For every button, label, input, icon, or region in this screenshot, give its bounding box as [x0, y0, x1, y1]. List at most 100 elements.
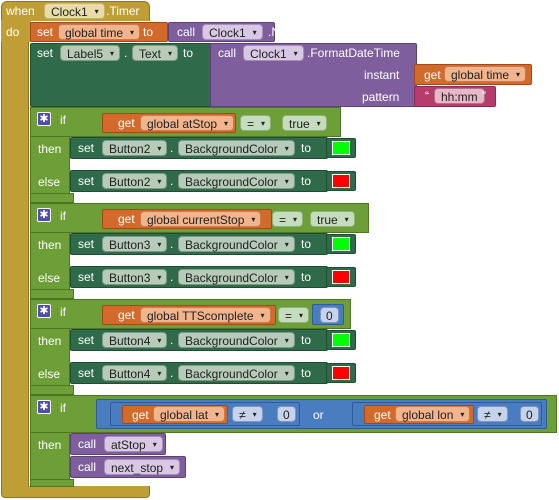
- button4-dropdown[interactable]: Button4 ▾: [102, 332, 168, 348]
- if-label: if: [60, 305, 66, 319]
- if-block-3-footer: [30, 385, 74, 395]
- then-label: then: [38, 142, 62, 156]
- green-color-swatch[interactable]: [332, 333, 350, 347]
- lon-number-field[interactable]: 0: [520, 406, 539, 422]
- if-block-2-footer: [30, 289, 74, 299]
- button2-dropdown[interactable]: Button2 ▾: [102, 173, 168, 189]
- dot-label: .: [170, 237, 174, 251]
- if-label: if: [60, 209, 66, 223]
- instant-label: instant: [364, 68, 400, 82]
- get-label: get: [374, 408, 391, 422]
- format-date-time-method: .FormatDateTime: [307, 46, 400, 60]
- gear-icon[interactable]: ✱: [37, 112, 51, 126]
- clock1-format-dropdown[interactable]: Clock1 ▾: [243, 45, 304, 61]
- background-color-dropdown[interactable]: BackgroundColor ▾: [178, 269, 295, 285]
- green-color-swatch[interactable]: [332, 237, 350, 251]
- or-op-dropdown[interactable]: [306, 406, 338, 422]
- else-label: else: [38, 271, 61, 285]
- to-label: to: [301, 174, 312, 188]
- to-label: to: [301, 237, 312, 251]
- gear-icon[interactable]: ✱: [37, 400, 51, 414]
- button3-dropdown[interactable]: Button3 ▾: [102, 236, 168, 252]
- get-label: get: [424, 68, 441, 82]
- event-block-spine: [1, 20, 29, 490]
- number-value-field[interactable]: 0: [320, 307, 339, 323]
- label5-dropdown[interactable]: Label5 ▾: [60, 45, 121, 61]
- red-color-swatch[interactable]: [332, 270, 350, 284]
- if-label: if: [60, 113, 66, 127]
- set-label: set: [78, 366, 95, 380]
- if-block-1-footer: [30, 193, 74, 203]
- gear-icon[interactable]: ✱: [37, 304, 51, 318]
- clock1-event-dropdown[interactable]: Clock1 ▾: [44, 3, 105, 19]
- to-label: to: [301, 270, 312, 284]
- now-method-label: .Now: [268, 25, 296, 39]
- event-block-bottom: [1, 486, 150, 498]
- true-value-dropdown[interactable]: true ▾: [282, 115, 327, 131]
- then-label: then: [38, 334, 62, 348]
- button4-dropdown[interactable]: Button4 ▾: [102, 365, 168, 381]
- equals-op-dropdown[interactable]: = ▾: [272, 211, 304, 227]
- equals-op-dropdown[interactable]: = ▾: [278, 307, 310, 323]
- then-label: then: [38, 238, 62, 252]
- do-label: do: [6, 25, 20, 39]
- to-label: to: [301, 333, 312, 347]
- to-label: to: [183, 46, 194, 60]
- clock1-now-dropdown[interactable]: Clock1 ▾: [202, 24, 263, 40]
- background-color-dropdown[interactable]: BackgroundColor ▾: [178, 365, 295, 381]
- quote-open: “: [425, 89, 429, 103]
- call-label: call: [78, 460, 97, 474]
- gear-icon[interactable]: ✱: [37, 208, 51, 222]
- set-label: set: [78, 333, 95, 347]
- global-time-dropdown[interactable]: global time ▾: [58, 24, 141, 40]
- atstop-var-dropdown[interactable]: global atStop ▾: [140, 115, 235, 131]
- red-color-swatch[interactable]: [332, 174, 350, 188]
- else-label: else: [38, 175, 61, 189]
- background-color-dropdown[interactable]: BackgroundColor ▾: [178, 236, 295, 252]
- set-label: set: [78, 237, 95, 251]
- if-label: if: [60, 401, 66, 415]
- dot-label: .: [170, 270, 174, 284]
- to-label: to: [301, 141, 312, 155]
- red-color-swatch[interactable]: [332, 366, 350, 380]
- ttscomplete-var-dropdown[interactable]: global TTScomplete ▾: [140, 307, 271, 323]
- true-value-dropdown[interactable]: true ▾: [310, 211, 355, 227]
- get-label: get: [118, 212, 135, 226]
- set-label: set: [78, 174, 95, 188]
- set-label: set: [78, 141, 95, 155]
- lon-var-dropdown[interactable]: global lon ▾: [395, 406, 471, 422]
- not-equal-op-dropdown[interactable]: ≠ ▾: [477, 406, 508, 422]
- set-label: set: [37, 25, 54, 39]
- button3-dropdown[interactable]: Button3 ▾: [102, 269, 168, 285]
- get-label: get: [118, 308, 135, 322]
- pattern-label: pattern: [362, 90, 400, 104]
- background-color-dropdown[interactable]: BackgroundColor ▾: [178, 332, 295, 348]
- equals-op-dropdown[interactable]: = ▾: [240, 115, 272, 131]
- atstop-proc-dropdown[interactable]: atStop ▾: [104, 436, 163, 452]
- set-label: set: [78, 270, 95, 284]
- currentstop-var-dropdown[interactable]: global currentStop ▾: [140, 211, 262, 227]
- get-label: get: [118, 116, 135, 130]
- background-color-dropdown[interactable]: BackgroundColor ▾: [178, 173, 295, 189]
- get-label: get: [132, 408, 149, 422]
- background-color-dropdown[interactable]: BackgroundColor ▾: [178, 140, 295, 156]
- not-equal-op-dropdown[interactable]: ≠ ▾: [232, 406, 263, 422]
- lat-var-dropdown[interactable]: global lat ▾: [153, 406, 226, 422]
- lat-number-field[interactable]: 0: [277, 406, 296, 422]
- quote-close: ”: [482, 89, 486, 103]
- pattern-text-field[interactable]: hh:mm: [434, 88, 485, 104]
- text-property-dropdown[interactable]: Text ▾: [132, 45, 179, 61]
- when-label: when: [6, 4, 35, 18]
- button2-dropdown[interactable]: Button2 ▾: [102, 140, 168, 156]
- to-label: to: [301, 366, 312, 380]
- call-label: call: [177, 25, 196, 39]
- green-color-swatch[interactable]: [332, 141, 350, 155]
- dot-label: .: [170, 333, 174, 347]
- then-label: then: [38, 438, 62, 452]
- global-time-get-dropdown[interactable]: global time ▾: [444, 66, 527, 82]
- next-stop-proc-dropdown[interactable]: next_stop ▾: [104, 459, 181, 475]
- dot-label: .: [170, 141, 174, 155]
- dot-label: .: [170, 174, 174, 188]
- call-label: call: [218, 46, 237, 60]
- to-label: to: [143, 25, 154, 39]
